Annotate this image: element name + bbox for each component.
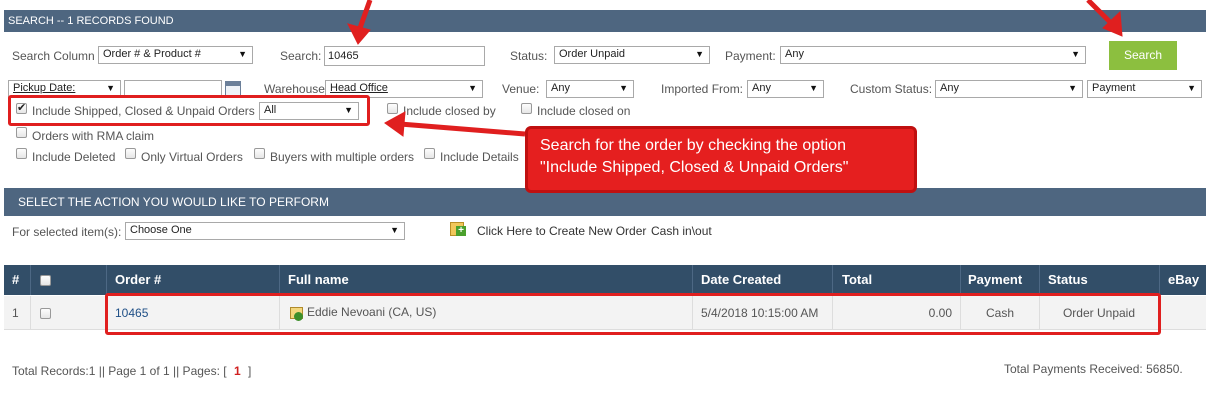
custom-status-value: Any	[940, 82, 959, 94]
chevron-down-icon: ▼	[238, 49, 247, 59]
payment-filter-value: Payment	[1092, 82, 1136, 94]
divider	[832, 265, 833, 295]
payment-select[interactable]: Any ▼	[780, 46, 1086, 64]
custom-status-label: Custom Status:	[850, 82, 933, 96]
rma-claim-checkbox[interactable]	[16, 127, 27, 138]
row-index: 1	[12, 306, 19, 320]
pickup-date-value: Pickup Date:	[13, 82, 76, 94]
status-select[interactable]: Order Unpaid ▼	[554, 46, 710, 64]
pagination-current-page[interactable]: 1	[234, 364, 241, 378]
arrowhead-callout	[384, 111, 406, 137]
imported-from-value: Any	[752, 82, 771, 94]
col-date-created[interactable]: Date Created	[701, 265, 782, 295]
custom-status-select[interactable]: Any ▼	[935, 80, 1083, 98]
pagination-close: ]	[247, 364, 252, 378]
chevron-down-icon: ▼	[1187, 83, 1196, 93]
imported-from-select[interactable]: Any ▼	[747, 80, 824, 98]
callout-line-2: "Include Shipped, Closed & Unpaid Orders…	[540, 159, 849, 176]
status-label: Status:	[510, 49, 548, 63]
search-button[interactable]: Search	[1109, 41, 1177, 70]
divider	[692, 265, 693, 295]
annotation-callout: Search for the order by checking the opt…	[525, 126, 917, 193]
callout-line-1: Search for the order by checking the opt…	[540, 137, 846, 154]
col-status[interactable]: Status	[1048, 265, 1088, 295]
action-value: Choose One	[130, 224, 192, 236]
col-index: #	[12, 265, 20, 295]
divider	[1039, 265, 1040, 295]
status-value: Order Unpaid	[559, 48, 626, 60]
payment-label: Payment:	[725, 49, 776, 63]
chevron-down-icon: ▼	[1068, 83, 1077, 93]
search-input[interactable]	[324, 46, 485, 66]
divider	[30, 296, 31, 330]
calendar-icon[interactable]	[225, 81, 241, 96]
include-deleted-checkbox[interactable]	[16, 148, 27, 159]
chevron-down-icon: ▼	[695, 49, 704, 59]
table-header	[4, 265, 1206, 295]
chevron-down-icon: ▼	[468, 83, 477, 93]
only-virtual-checkbox[interactable]	[125, 148, 136, 159]
divider	[30, 265, 31, 295]
venue-value: Any	[551, 82, 570, 94]
include-details-label: Include Details	[440, 150, 519, 164]
include-deleted-label: Include Deleted	[32, 150, 116, 164]
include-closed-by-checkbox[interactable]	[387, 103, 398, 114]
venue-label: Venue:	[502, 82, 540, 96]
rma-claim-label: Orders with RMA claim	[32, 129, 155, 143]
action-header-title: SELECT THE ACTION YOU WOULD LIKE TO PERF…	[18, 195, 329, 209]
create-order-link[interactable]: Click Here to Create New Order	[477, 224, 646, 238]
search-column-select[interactable]: Order # & Product # ▼	[98, 46, 253, 64]
row-checkbox[interactable]	[40, 308, 51, 319]
select-all-checkbox[interactable]	[40, 275, 51, 286]
chevron-down-icon: ▼	[809, 83, 818, 93]
pagination-summary: Total Records:1 || Page 1 of 1 || Pages:…	[12, 364, 251, 378]
payment-filter-select[interactable]: Payment ▼	[1087, 80, 1202, 98]
for-selected-label: For selected item(s):	[12, 225, 122, 239]
total-payments: Total Payments Received: 56850.	[1004, 362, 1183, 376]
divider	[960, 265, 961, 295]
include-closed-on-checkbox[interactable]	[521, 103, 532, 114]
warehouse-label: Warehouse	[264, 82, 325, 96]
warehouse-value: Head Office	[330, 82, 388, 94]
only-virtual-label: Only Virtual Orders	[141, 150, 243, 164]
include-closed-by-label: Include closed by	[403, 104, 496, 118]
col-ebay[interactable]: eBay	[1168, 265, 1200, 295]
divider	[1159, 265, 1160, 295]
new-order-icon[interactable]: +	[450, 222, 466, 236]
chevron-down-icon: ▼	[1071, 49, 1080, 59]
include-closed-on-label: Include closed on	[537, 104, 631, 118]
col-full-name[interactable]: Full name	[288, 265, 349, 295]
search-header: SEARCH -- 1 RECORDS FOUND	[4, 10, 1206, 32]
search-label: Search:	[280, 49, 322, 63]
col-order[interactable]: Order #	[115, 265, 162, 295]
divider	[106, 265, 107, 295]
cash-in-out-link[interactable]: Cash in\out	[651, 224, 712, 238]
annotation-box-row	[105, 293, 1161, 335]
chevron-down-icon: ▼	[106, 83, 115, 93]
arrow-callout	[399, 121, 526, 137]
venue-select[interactable]: Any ▼	[546, 80, 634, 98]
imported-from-label: Imported From:	[661, 82, 744, 96]
chevron-down-icon: ▼	[619, 83, 628, 93]
search-header-title: SEARCH -- 1 RECORDS FOUND	[8, 15, 174, 27]
col-total[interactable]: Total	[842, 265, 873, 295]
include-details-checkbox[interactable]	[424, 148, 435, 159]
chevron-down-icon: ▼	[390, 225, 399, 235]
buyers-multiple-checkbox[interactable]	[254, 148, 265, 159]
search-column-label: Search Column	[12, 49, 95, 63]
buyers-multiple-label: Buyers with multiple orders	[270, 150, 415, 164]
divider	[279, 265, 280, 295]
col-payment[interactable]: Payment	[968, 265, 1023, 295]
pagination-text: Total Records:1 || Page 1 of 1 || Pages:…	[12, 364, 227, 378]
annotation-box-include-shipped	[8, 95, 370, 126]
search-column-value: Order # & Product #	[103, 48, 201, 60]
action-select[interactable]: Choose One ▼	[125, 222, 405, 240]
payment-value: Any	[785, 48, 804, 60]
